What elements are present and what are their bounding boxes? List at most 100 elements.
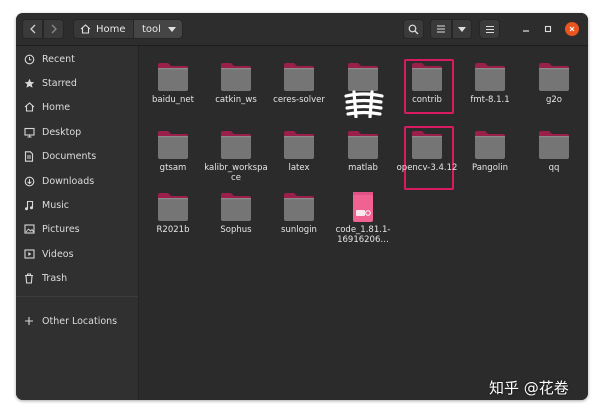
music-icon: [16, 200, 42, 211]
item-label: catkin_ws: [215, 95, 257, 105]
file-grid: baidu_net catkin_ws ceres-solver contrib fmt…: [139, 46, 588, 400]
item-thumbnail: [538, 62, 570, 92]
folder-icon: [221, 131, 251, 159]
item-thumbnail: [220, 62, 252, 92]
caret-down-icon: [458, 26, 466, 32]
item-label: contrib: [412, 95, 442, 105]
view-options-button[interactable]: [452, 19, 472, 39]
search-icon: [408, 24, 419, 34]
breadcrumb-current[interactable]: tool: [134, 20, 182, 38]
sidebar-item-label: Starred: [42, 77, 77, 89]
item-label: baidu_net: [152, 95, 194, 105]
sidebar-item-label: Videos: [42, 248, 74, 260]
plus-icon: [16, 316, 42, 326]
chevron-right-icon: [51, 24, 57, 34]
folder-item[interactable]: ceres-solver: [267, 62, 331, 105]
close-button[interactable]: [565, 22, 579, 36]
folder-icon: [221, 63, 251, 91]
sidebar-item-label: Downloads: [42, 175, 95, 187]
sidebar-item-music[interactable]: Music: [16, 194, 138, 216]
item-thumbnail: [347, 192, 379, 222]
folder-item[interactable]: catkin_ws: [204, 62, 268, 105]
hamburger-icon: [485, 25, 494, 33]
folder-item[interactable]: contrib: [395, 62, 459, 105]
item-thumbnail: [347, 130, 379, 160]
folder-item[interactable]: fmt-8.1.1: [458, 62, 522, 105]
folder-item[interactable]: R2021b: [141, 192, 205, 235]
search-button[interactable]: [403, 19, 424, 39]
item-thumbnail: [220, 130, 252, 160]
folder-item[interactable]: matlab: [331, 130, 395, 173]
folder-item[interactable]: Sophus: [204, 192, 268, 235]
folder-icon: [284, 131, 314, 159]
headerbar: Home tool: [16, 13, 588, 46]
item-thumbnail: [157, 130, 189, 160]
minimize-button[interactable]: [519, 22, 533, 36]
item-label: ceres-solver: [273, 95, 325, 105]
folder-icon: [158, 63, 188, 91]
item-label: g2o: [545, 95, 562, 105]
maximize-icon: [544, 25, 552, 33]
folder-item[interactable]: g2o: [522, 62, 586, 105]
sidebar-item-home[interactable]: Home: [16, 96, 138, 118]
breadcrumb-current-label: tool: [142, 23, 161, 35]
item-label: matlab: [348, 163, 378, 173]
folder-item[interactable]: sunlogin: [267, 192, 331, 235]
item-label: gtsam: [159, 163, 187, 173]
sidebar-item-trash[interactable]: Trash: [16, 267, 138, 289]
pictures-icon: [16, 224, 42, 234]
sidebar-item-documents[interactable]: Documents: [16, 145, 138, 167]
clock-icon: [16, 54, 42, 65]
item-label: qq: [548, 163, 560, 173]
folder-item[interactable]: baidu_net: [141, 62, 205, 105]
folder-icon: [284, 63, 314, 91]
trash-icon: [16, 272, 42, 284]
folder-icon: [539, 131, 569, 159]
folder-icon: [412, 63, 442, 91]
sidebar-item-starred[interactable]: Starred: [16, 72, 138, 94]
redaction-scribble: [344, 90, 384, 122]
item-label: Sophus: [220, 225, 252, 235]
chevron-left-icon: [29, 24, 35, 34]
list-view-icon: [437, 25, 445, 33]
folder-item[interactable]: qq: [522, 130, 586, 173]
sidebar-item-recent[interactable]: Recent: [16, 48, 138, 70]
sidebar-item-videos[interactable]: Videos: [16, 243, 138, 265]
view-toggle-button[interactable]: [430, 19, 452, 39]
item-label: latex: [288, 163, 310, 173]
file-item[interactable]: code_1.81.1-16916206…: [331, 192, 395, 245]
star-icon: [16, 78, 42, 89]
sidebar-item-pictures[interactable]: Pictures: [16, 218, 138, 240]
file-manager-window: Home tool Recent Starred Home Desktop Do…: [16, 13, 588, 400]
folder-item[interactable]: gtsam: [141, 130, 205, 173]
menu-button[interactable]: [479, 19, 500, 39]
folder-icon: [158, 193, 188, 221]
item-thumbnail: [411, 62, 443, 92]
maximize-button[interactable]: [541, 22, 555, 36]
sidebar-item-desktop[interactable]: Desktop: [16, 121, 138, 143]
item-thumbnail: [411, 130, 443, 160]
sidebar-item-downloads[interactable]: Downloads: [16, 170, 138, 192]
folder-item[interactable]: Pangolin: [458, 130, 522, 173]
close-icon: [569, 26, 575, 32]
item-label: code_1.81.1-16916206…: [335, 225, 391, 245]
forward-button[interactable]: [43, 19, 64, 39]
folder-item[interactable]: latex: [267, 130, 331, 173]
sidebar-item-other-locations[interactable]: Other Locations: [16, 310, 138, 332]
folder-icon: [475, 63, 505, 91]
back-button[interactable]: [22, 19, 43, 39]
sidebar-item-label: Recent: [42, 53, 75, 65]
breadcrumb-home[interactable]: Home: [74, 20, 134, 38]
folder-icon: [348, 63, 378, 91]
sidebar: Recent Starred Home Desktop Documents Do…: [16, 46, 139, 400]
path-bar: Home tool: [73, 19, 183, 39]
videos-icon: [16, 249, 42, 259]
folder-item[interactable]: opencv-3.4.12: [395, 130, 459, 173]
item-thumbnail: [474, 130, 506, 160]
item-thumbnail: [347, 62, 379, 92]
folder-icon: [539, 63, 569, 91]
caret-down-icon: [168, 26, 176, 32]
folder-item[interactable]: kalibr_workspace: [204, 130, 268, 183]
folder-icon: [348, 131, 378, 159]
watermark: 知乎 @花卷: [489, 379, 569, 397]
